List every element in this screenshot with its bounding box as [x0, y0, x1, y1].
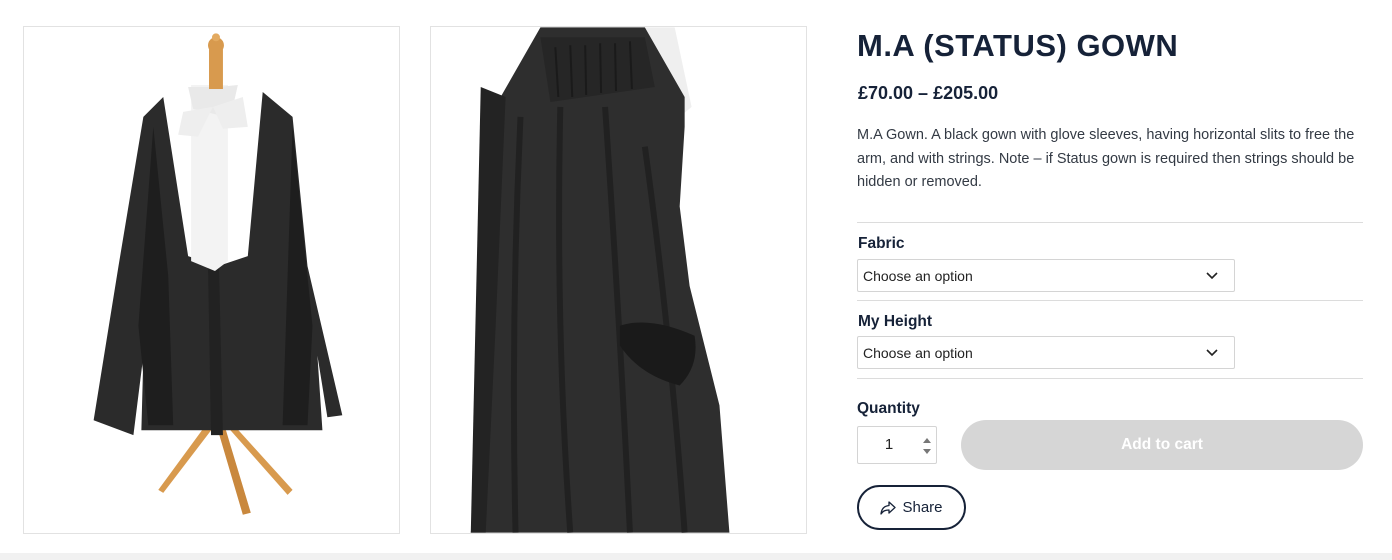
fabric-select-value: Choose an option — [863, 267, 973, 284]
height-select-value: Choose an option — [863, 344, 973, 361]
page-bottom-edge — [0, 553, 1392, 560]
add-to-cart-button[interactable]: Add to cart — [961, 420, 1363, 470]
product-price: £70.00 – £205.00 — [858, 83, 999, 103]
gown-side-illustration — [470, 27, 730, 533]
height-select[interactable]: Choose an option — [857, 336, 1235, 369]
product-image-side[interactable] — [430, 26, 807, 534]
product-image-front[interactable] — [23, 26, 400, 534]
divider — [857, 300, 1363, 301]
divider — [857, 378, 1363, 379]
divider — [857, 222, 1363, 223]
share-label: Share — [902, 499, 943, 516]
chevron-down-icon — [1206, 348, 1218, 356]
quantity-label: Quantity — [857, 400, 920, 417]
share-arrow-icon — [880, 500, 897, 515]
gown-front-illustration — [93, 33, 343, 515]
fabric-label: Fabric — [858, 235, 905, 252]
product-description: M.A Gown. A black gown with glove sleeve… — [857, 127, 1355, 190]
product-title: M.A (STATUS) GOWN — [857, 28, 1179, 63]
fabric-select[interactable]: Choose an option — [857, 259, 1235, 292]
chevron-down-icon — [1206, 271, 1218, 279]
quantity-input[interactable]: 1 — [857, 426, 937, 464]
quantity-value: 1 — [884, 436, 894, 453]
up-down-arrows-icon[interactable] — [921, 433, 933, 459]
height-label: My Height — [858, 313, 933, 330]
share-button[interactable]: Share — [857, 485, 966, 530]
